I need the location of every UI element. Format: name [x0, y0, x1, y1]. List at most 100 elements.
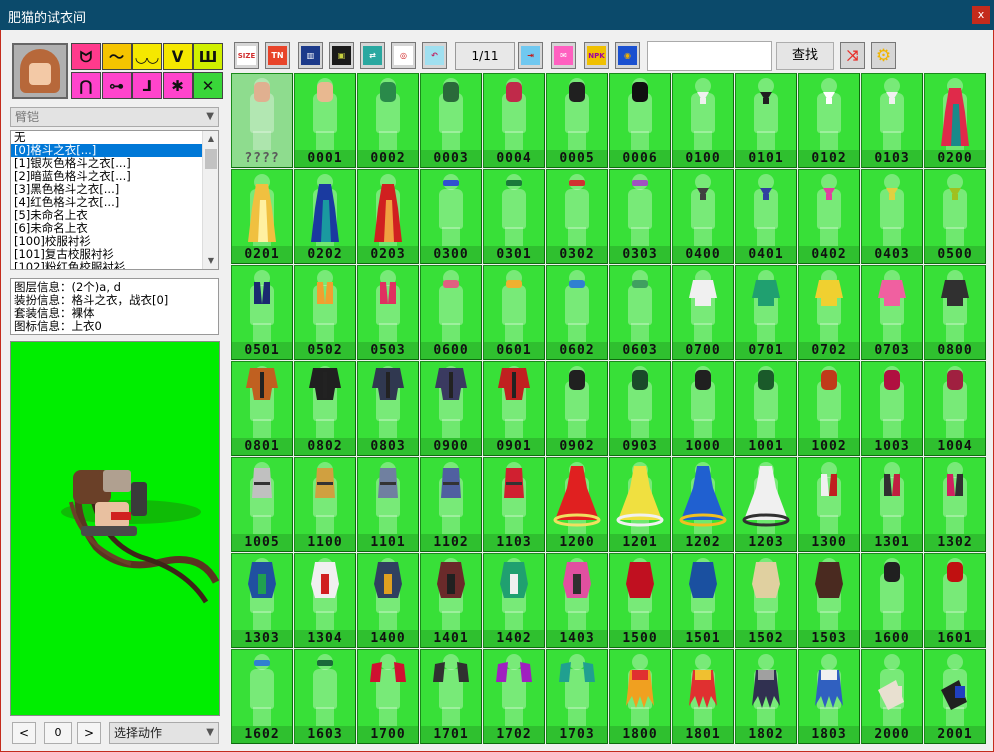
item-cell[interactable]: 0004 [483, 73, 545, 168]
item-cell[interactable]: 1702 [483, 649, 545, 744]
item-cell[interactable]: 0001 [294, 73, 356, 168]
item-cell[interactable]: 1403 [546, 553, 608, 648]
tn-tool-button[interactable]: TN [265, 42, 290, 69]
item-cell[interactable]: 1500 [609, 553, 671, 648]
item-cell[interactable]: 1004 [924, 361, 986, 456]
item-cell[interactable]: 0800 [924, 265, 986, 360]
item-cell[interactable]: 0302 [546, 169, 608, 264]
category-button-wings[interactable]: ᐯ [162, 43, 193, 70]
item-cell[interactable]: 0503 [357, 265, 419, 360]
item-cell[interactable]: 0702 [798, 265, 860, 360]
item-listbox[interactable]: 无 [0]格斗之衣[...] [1]银灰色格斗之衣[...] [2]暗蓝色格斗之衣[.… [10, 130, 219, 270]
next-frame-button[interactable]: > [77, 722, 101, 744]
item-cell[interactable]: 0701 [735, 265, 797, 360]
item-cell[interactable]: 1102 [420, 457, 482, 552]
item-cell[interactable]: 0500 [924, 169, 986, 264]
prev-frame-button[interactable]: < [12, 722, 36, 744]
item-cell[interactable]: 1502 [735, 553, 797, 648]
item-cell[interactable]: 0602 [546, 265, 608, 360]
globe-tool-button[interactable]: ◉ [615, 42, 640, 69]
item-cell[interactable]: 0303 [609, 169, 671, 264]
item-cell[interactable]: 0101 [735, 73, 797, 168]
item-cell[interactable]: 1400 [357, 553, 419, 648]
item-cell[interactable]: 1301 [861, 457, 923, 552]
category-button-figure[interactable]: ✱ [162, 72, 193, 99]
item-cell[interactable]: 1304 [294, 553, 356, 648]
item-cell[interactable]: 1005 [231, 457, 293, 552]
item-cell[interactable]: 1002 [798, 361, 860, 456]
item-cell[interactable]: 1202 [672, 457, 734, 552]
item-cell[interactable]: 1001 [735, 361, 797, 456]
item-cell[interactable]: 0600 [420, 265, 482, 360]
undo-tool-button[interactable]: ↶ [422, 42, 447, 69]
category-button-goggles[interactable]: ◡◡ [132, 43, 162, 70]
item-cell[interactable]: 0402 [798, 169, 860, 264]
slot-select[interactable]: 臂铠 ▼ [10, 107, 219, 127]
item-cell[interactable]: 0201 [231, 169, 293, 264]
list-item[interactable]: [102]粉红色校服衬衫 [11, 261, 218, 270]
item-cell[interactable]: 1601 [924, 553, 986, 648]
scroll-up-icon[interactable]: ▲ [203, 131, 218, 147]
item-cell[interactable]: 1000 [672, 361, 734, 456]
item-cell[interactable]: 0003 [420, 73, 482, 168]
item-cell[interactable]: 0601 [483, 265, 545, 360]
export-tool-button[interactable]: ⇥ [518, 42, 543, 69]
item-cell[interactable]: 0903 [609, 361, 671, 456]
size-tool-button[interactable]: SIZE [234, 42, 259, 69]
item-cell[interactable]: 1003 [861, 361, 923, 456]
category-button-armor[interactable]: Ш [193, 43, 223, 70]
item-cell[interactable]: 0002 [357, 73, 419, 168]
item-cell[interactable]: 0005 [546, 73, 608, 168]
item-cell[interactable]: 0403 [861, 169, 923, 264]
item-cell[interactable]: 1300 [798, 457, 860, 552]
item-cell[interactable]: 1100 [294, 457, 356, 552]
category-button-weapon[interactable]: ✕ [193, 72, 223, 99]
item-cell[interactable]: 0501 [231, 265, 293, 360]
item-cell[interactable]: 0400 [672, 169, 734, 264]
item-cell[interactable]: 1302 [924, 457, 986, 552]
item-cell[interactable]: 0801 [231, 361, 293, 456]
item-cell[interactable]: ???? [231, 73, 293, 168]
item-cell[interactable]: 1700 [357, 649, 419, 744]
item-cell[interactable]: 0200 [924, 73, 986, 168]
search-input[interactable] [647, 41, 772, 71]
category-button-belt[interactable]: ⊶ [101, 72, 132, 99]
listbox-scrollbar[interactable]: ▲ ▼ [202, 131, 218, 269]
shuffle-button[interactable]: ⤨ [840, 42, 865, 69]
shirt-swap-button[interactable]: ⇄ [360, 42, 385, 69]
category-button-cat-face[interactable]: ᗢ [71, 43, 101, 70]
category-button-headband[interactable]: 〜 [101, 43, 132, 70]
item-cell[interactable]: 1203 [735, 457, 797, 552]
item-cell[interactable]: 0700 [672, 265, 734, 360]
item-cell[interactable]: 0100 [672, 73, 734, 168]
item-cell[interactable]: 1402 [483, 553, 545, 648]
item-cell[interactable]: 1800 [609, 649, 671, 744]
item-cell[interactable]: 1101 [357, 457, 419, 552]
item-cell[interactable]: 1801 [672, 649, 734, 744]
scroll-thumb[interactable] [205, 149, 217, 169]
item-cell[interactable]: 0203 [357, 169, 419, 264]
item-cell[interactable]: 2001 [924, 649, 986, 744]
item-cell[interactable]: 1200 [546, 457, 608, 552]
item-cell[interactable]: 0900 [420, 361, 482, 456]
item-cell[interactable]: 1802 [735, 649, 797, 744]
character-avatar[interactable] [12, 43, 68, 99]
item-cell[interactable]: 0603 [609, 265, 671, 360]
item-cell[interactable]: 1603 [294, 649, 356, 744]
item-cell[interactable]: 0401 [735, 169, 797, 264]
category-button-pants[interactable]: ⋂ [71, 72, 101, 99]
close-button[interactable]: x [972, 6, 990, 24]
item-cell[interactable]: 0803 [357, 361, 419, 456]
item-cell[interactable]: 0901 [483, 361, 545, 456]
item-cell[interactable]: 0202 [294, 169, 356, 264]
gift-tool-button[interactable]: ✉ [551, 42, 576, 69]
item-cell[interactable]: 1503 [798, 553, 860, 648]
item-cell[interactable]: 0103 [861, 73, 923, 168]
action-select[interactable]: 选择动作 ▼ [109, 722, 219, 744]
book-tool-button[interactable]: ▥ [298, 42, 323, 69]
frame-tool-button[interactable]: ▣ [329, 42, 354, 69]
item-cell[interactable]: 0703 [861, 265, 923, 360]
item-cell[interactable]: 1701 [420, 649, 482, 744]
item-cell[interactable]: 1600 [861, 553, 923, 648]
item-cell[interactable]: 0102 [798, 73, 860, 168]
